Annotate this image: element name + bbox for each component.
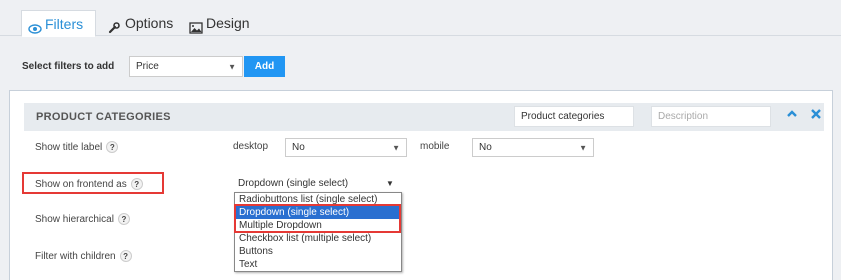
caret-down-icon: ▼: [228, 62, 236, 71]
mobile-select-value: No: [479, 142, 492, 153]
desktop-select-value: No: [292, 142, 305, 153]
show-title-label-label: Show title label ?: [35, 141, 119, 153]
chevron-up-icon[interactable]: [786, 107, 798, 123]
tab-label: Design: [206, 15, 250, 31]
help-icon[interactable]: ?: [117, 213, 130, 225]
image-icon: [189, 17, 203, 34]
show-hierarchical-label: Show hierarchical ?: [35, 213, 130, 225]
desktop-label: desktop: [233, 141, 269, 152]
eye-icon: [28, 18, 42, 34]
options-highlight: [234, 204, 401, 233]
panel-title: PRODUCT CATEGORIES: [36, 111, 171, 123]
frontend-select[interactable]: Dropdown (single select): [238, 178, 348, 189]
mobile-select[interactable]: No ▼: [472, 138, 594, 157]
filter-select[interactable]: Price ▼: [129, 56, 243, 77]
dropdown-option[interactable]: Checkbox list (multiple select): [235, 232, 401, 245]
row-label-text: Show hierarchical: [35, 213, 114, 225]
select-filters-label: Select filters to add: [22, 61, 115, 72]
show-on-frontend-label: Show on frontend as ?: [35, 178, 143, 190]
title-input[interactable]: Product categories: [514, 106, 634, 127]
help-icon[interactable]: ?: [119, 250, 132, 262]
dropdown-option[interactable]: Buttons: [235, 245, 401, 258]
filter-select-value: Price: [136, 61, 159, 72]
row-label-text: Show on frontend as: [35, 178, 127, 190]
tab-label: Options: [125, 15, 174, 31]
tab-label: Filters: [45, 15, 84, 32]
tab-filters[interactable]: Filters: [21, 10, 96, 37]
help-icon[interactable]: ?: [130, 178, 143, 190]
tab-options[interactable]: Options: [102, 10, 179, 36]
caret-down-icon: ▼: [579, 143, 587, 152]
dropdown-option[interactable]: Text: [235, 258, 401, 271]
caret-down-icon: ▼: [392, 143, 400, 152]
desktop-select[interactable]: No ▼: [285, 138, 407, 157]
tab-design[interactable]: Design: [183, 10, 256, 36]
tab-bar: Filters Options Design: [0, 0, 841, 37]
row-label-text: Filter with children: [35, 250, 116, 262]
panel-header: PRODUCT CATEGORIES Product categories De…: [24, 103, 824, 131]
row-label-text: Show title label: [35, 141, 103, 153]
caret-down-icon: ▼: [386, 179, 394, 188]
add-filter-button[interactable]: Add: [244, 56, 285, 77]
description-input[interactable]: Description: [651, 106, 771, 127]
close-icon[interactable]: [810, 107, 822, 123]
filter-with-children-label: Filter with children ?: [35, 250, 132, 262]
wrench-icon: [108, 17, 122, 34]
mobile-label: mobile: [420, 141, 450, 152]
help-icon[interactable]: ?: [106, 141, 119, 153]
